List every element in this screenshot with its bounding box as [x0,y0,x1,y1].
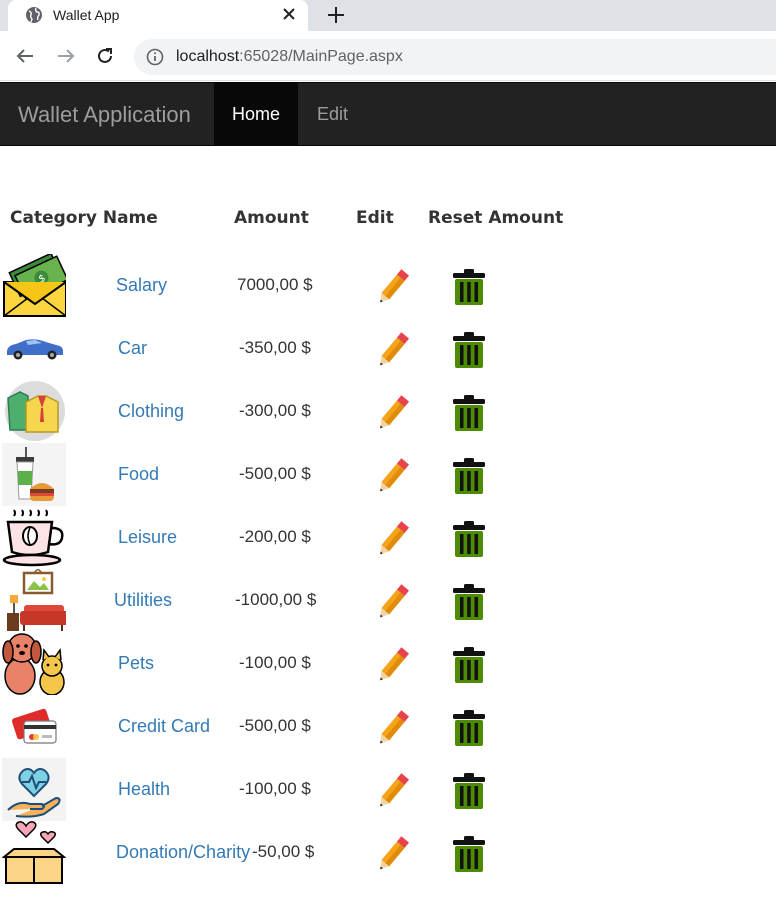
category-name-link[interactable]: Leisure [118,527,177,548]
close-tab-icon[interactable] [279,4,299,24]
table-row: $ Salary 7000,00 $ [0,254,776,317]
coffee-cup-icon [2,509,64,567]
new-tab-plus-icon[interactable] [325,4,347,26]
amount-value: -100,00 $ [239,779,311,798]
table-row: Donation/Charity -50,00 $ [0,821,776,884]
forward-arrow-icon[interactable] [55,45,77,67]
trash-icon[interactable] [450,520,488,558]
pencil-icon[interactable] [376,833,410,875]
amount-value: -100,00 $ [239,653,311,672]
pencil-icon[interactable] [376,644,410,686]
app-navbar: Wallet Application Home Edit [0,82,776,146]
amount-value: 7000,00 $ [237,275,313,294]
credit-card-icon [11,708,57,744]
clothing-icon [5,381,65,441]
table-row: Food -500,00 $ [0,443,776,506]
header-category-name: Category Name [10,208,158,228]
address-bar[interactable]: localhost:65028/MainPage.aspx [134,39,776,75]
browser-tab[interactable]: Wallet App [8,0,308,31]
amount-value: -50,00 $ [252,842,315,861]
nav-edit[interactable]: Edit [317,104,348,125]
car-icon [7,339,63,360]
table-row: Utilities -1000,00 $ [0,569,776,632]
url-text: localhost:65028/MainPage.aspx [176,48,403,66]
header-reset-amount: Reset Amount [428,208,564,228]
category-name-link[interactable]: Clothing [118,401,184,422]
table-row: Leisure -200,00 $ [0,506,776,569]
pencil-icon[interactable] [376,770,410,812]
amount-value: -300,00 $ [239,401,311,420]
url-path: :65028/MainPage.aspx [239,48,403,65]
amount-value: -350,00 $ [239,338,311,357]
health-icon [2,758,66,821]
pencil-icon[interactable] [376,518,410,560]
trash-icon[interactable] [450,835,488,873]
amount-value: -500,00 $ [239,464,311,483]
brand-link[interactable]: Wallet Application [18,102,191,128]
table-row: Car -350,00 $ [0,317,776,380]
category-name-link[interactable]: Credit Card [118,716,210,737]
category-name-link[interactable]: Donation/Charity [116,842,250,863]
reload-icon[interactable] [94,45,116,67]
trash-icon[interactable] [450,709,488,747]
trash-icon[interactable] [450,583,488,621]
pencil-icon[interactable] [376,329,410,371]
category-name-link[interactable]: Utilities [114,590,172,611]
nav-home[interactable]: Home [214,83,298,145]
info-icon[interactable] [146,48,164,66]
browser-tab-bar: Wallet App [0,0,776,31]
pets-icon [2,633,65,695]
amount-value: -500,00 $ [239,716,311,735]
header-amount: Amount [234,208,309,228]
category-name-link[interactable]: Health [118,779,170,800]
globe-icon [26,7,42,23]
browser-toolbar: localhost:65028/MainPage.aspx [0,31,776,81]
table-row: Clothing -300,00 $ [0,380,776,443]
amount-value: -1000,00 $ [235,590,317,609]
url-host: localhost [176,48,240,65]
category-name-link[interactable]: Salary [116,275,167,296]
pencil-icon[interactable] [376,707,410,749]
trash-icon[interactable] [450,772,488,810]
trash-icon[interactable] [450,331,488,369]
pencil-icon[interactable] [376,266,410,308]
pencil-icon[interactable] [376,581,410,623]
tab-title: Wallet App [53,7,120,23]
category-name-link[interactable]: Food [118,464,159,485]
salary-icon: $ [3,254,66,317]
utilities-icon [7,569,66,631]
header-edit: Edit [356,208,394,228]
nav-home-label: Home [232,104,281,124]
trash-icon[interactable] [450,457,488,495]
table-row: Health -100,00 $ [0,758,776,821]
pencil-icon[interactable] [376,455,410,497]
food-icon [2,443,66,506]
table-row: Credit Card -500,00 $ [0,695,776,758]
pencil-icon[interactable] [376,392,410,434]
trash-icon[interactable] [450,268,488,306]
table-row: Pets -100,00 $ [0,632,776,695]
back-arrow-icon[interactable] [14,45,36,67]
trash-icon[interactable] [450,646,488,684]
donation-icon [2,821,66,884]
amount-value: -200,00 $ [239,527,311,546]
category-name-link[interactable]: Pets [118,653,154,674]
trash-icon[interactable] [450,394,488,432]
category-name-link[interactable]: Car [118,338,147,359]
